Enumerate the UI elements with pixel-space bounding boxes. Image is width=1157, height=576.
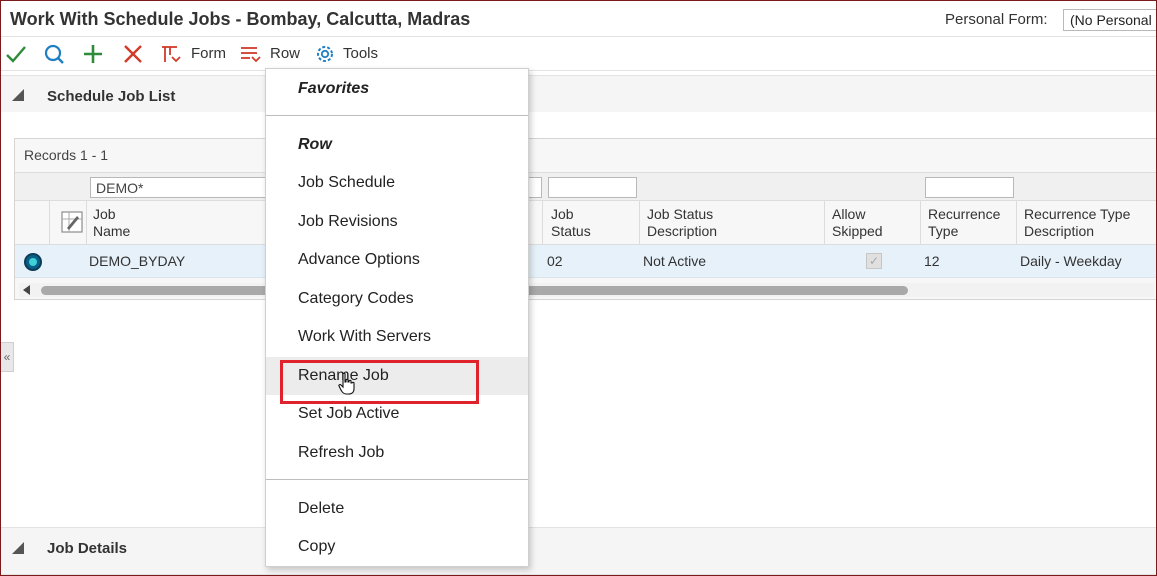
schedule-job-grid: Records 1 - 1 Job Name Job Status Job St… (14, 138, 1157, 300)
menu-row-header: Row (298, 136, 332, 153)
menu-item-copy[interactable]: Copy (266, 528, 528, 566)
menu-item-category-codes[interactable]: Category Codes (266, 280, 528, 318)
pencil-grid-icon[interactable] (61, 211, 83, 233)
column-divider (639, 201, 640, 244)
menu-favorites-header: Favorites (298, 80, 370, 97)
row-menu-icon[interactable] (238, 42, 262, 66)
schedule-job-list-header[interactable]: Schedule Job List (1, 75, 1156, 115)
job-name-header[interactable]: Job Name (93, 206, 130, 240)
allow-skipped-header[interactable]: Allow Skipped (832, 206, 883, 240)
menu-item-job-schedule[interactable]: Job Schedule (266, 164, 528, 202)
menu-separator (266, 479, 528, 480)
tools-menu-button[interactable]: Tools (343, 45, 378, 62)
schedule-job-list-title: Schedule Job List (47, 88, 176, 105)
recurrence-type-description-cell: Daily - Weekday (1020, 253, 1122, 269)
recurrence-type-description-header[interactable]: Recurrence Type Description (1024, 206, 1130, 240)
allow-skipped-checkbox: ✓ (866, 253, 882, 269)
column-divider (824, 201, 825, 244)
expand-panel-handle[interactable]: « (1, 342, 14, 372)
menu-item-work-with-servers[interactable]: Work With Servers (266, 318, 528, 356)
row-menu-button[interactable]: Row (270, 45, 300, 62)
form-menu-button[interactable]: Form (191, 45, 226, 62)
personal-form-label: Personal Form: (945, 11, 1048, 28)
row-select-radio[interactable] (24, 253, 42, 271)
page-title: Work With Schedule Jobs - Bombay, Calcut… (10, 9, 471, 29)
qbe-filter-row (15, 172, 1157, 200)
job-status-description-cell: Not Active (643, 253, 707, 269)
menu-item-job-revisions[interactable]: Job Revisions (266, 203, 528, 241)
column-divider (1016, 201, 1017, 244)
job-status-header[interactable]: Job Status (551, 206, 591, 240)
column-divider (542, 201, 543, 244)
title-bar: Work With Schedule Jobs - Bombay, Calcut… (1, 1, 1157, 37)
recurrence-type-header[interactable]: Recurrence Type (928, 206, 1000, 240)
personal-form-select[interactable]: (No Personal (1063, 9, 1157, 31)
recurrence-type-filter-input[interactable] (925, 177, 1014, 198)
job-status-filter-input[interactable] (548, 177, 637, 198)
job-status-description-header[interactable]: Job Status Description (647, 206, 717, 240)
highlight-annotation-box (280, 360, 479, 404)
column-divider (49, 201, 50, 244)
menu-item-delete[interactable]: Delete (266, 490, 528, 528)
toolbar: Form Row Tools (1, 37, 1156, 71)
row-dropdown-menu: Favorites Row Job Schedule Job Revisions… (265, 68, 529, 567)
scroll-left-arrow-icon[interactable] (23, 285, 30, 295)
menu-item-refresh-job[interactable]: Refresh Job (266, 434, 528, 472)
gear-icon[interactable] (313, 42, 337, 66)
search-icon[interactable] (42, 42, 66, 66)
form-menu-icon[interactable] (159, 42, 183, 66)
job-details-header[interactable]: Job Details (1, 527, 1156, 575)
job-details-title: Job Details (47, 540, 128, 557)
column-divider (86, 201, 87, 244)
horizontal-scrollbar[interactable] (19, 283, 1154, 297)
collapse-triangle-icon[interactable] (12, 542, 24, 554)
hand-cursor-icon (338, 372, 355, 395)
grid-header-row: Job Name Job Status Job Status Descripti… (15, 200, 1157, 245)
collapse-triangle-icon[interactable] (12, 89, 24, 101)
menu-separator (266, 115, 528, 116)
table-row[interactable]: DEMO_BYDAY 02 Not Active ✓ 12 Daily - We… (15, 245, 1157, 278)
job-name-cell[interactable]: DEMO_BYDAY (89, 253, 185, 269)
menu-item-advance-options[interactable]: Advance Options (266, 241, 528, 279)
x-icon[interactable] (121, 42, 145, 66)
column-divider (920, 201, 921, 244)
records-count: Records 1 - 1 (24, 147, 109, 163)
plus-icon[interactable] (81, 42, 105, 66)
job-status-cell: 02 (547, 253, 563, 269)
checkmark-icon[interactable] (4, 42, 28, 66)
recurrence-type-cell: 12 (924, 253, 940, 269)
job-name-filter-input[interactable] (90, 177, 270, 198)
